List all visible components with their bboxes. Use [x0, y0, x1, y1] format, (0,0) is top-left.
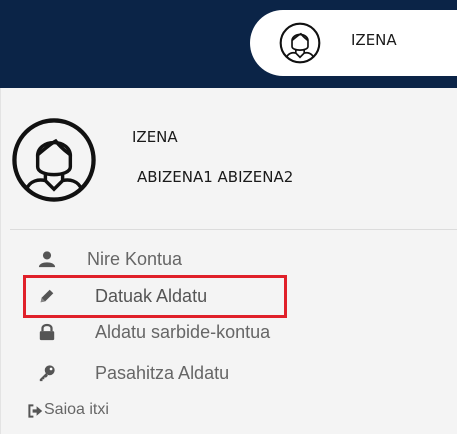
profile-first-name: IZENA — [132, 128, 178, 146]
top-navbar: IZENA — [0, 0, 457, 88]
lock-icon — [39, 323, 55, 341]
menu-item-label: Pasahitza Aldatu — [95, 363, 230, 383]
menu-item-label: Saioa itxi — [44, 401, 109, 418]
highlight-box — [23, 275, 287, 318]
menu-item-change-access-account[interactable]: Aldatu sarbide-kontua — [0, 315, 457, 349]
menu-item-label: Nire Kontua — [87, 249, 183, 269]
sign-out-icon — [28, 404, 43, 418]
header-user-name: IZENA — [351, 31, 397, 49]
divider — [10, 229, 457, 230]
user-avatar-icon — [279, 22, 321, 64]
menu-item-change-password[interactable]: Pasahitza Aldatu — [0, 356, 457, 390]
profile-last-names: ABIZENA1 ABIZENA2 — [137, 168, 294, 186]
menu-item-logout[interactable]: Saioa itxi — [0, 393, 457, 427]
user-menu-toggle[interactable]: IZENA — [250, 10, 457, 76]
menu-item-my-account[interactable]: Nire Kontua — [0, 242, 457, 276]
menu-item-label: Aldatu sarbide-kontua — [95, 322, 271, 342]
user-icon — [38, 251, 56, 268]
profile-avatar-icon — [12, 118, 96, 202]
key-icon — [39, 365, 55, 382]
